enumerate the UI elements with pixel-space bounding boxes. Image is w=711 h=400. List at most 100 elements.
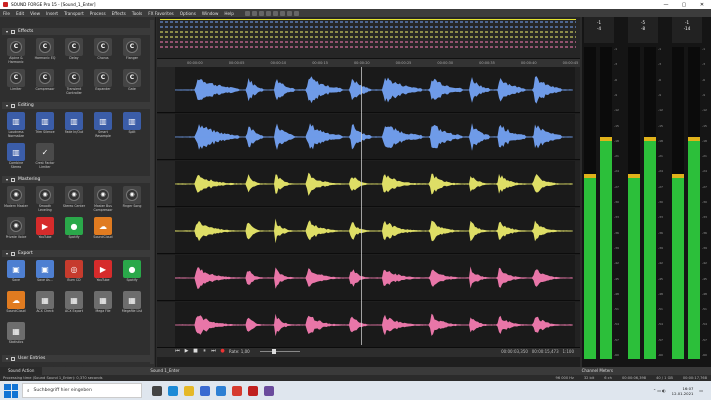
action-tile[interactable]: ▦ Mega File <box>91 291 115 321</box>
play-icon[interactable]: ▶ <box>184 349 189 354</box>
stop-icon[interactable]: ■ <box>193 349 198 354</box>
play-cursor[interactable] <box>361 67 362 345</box>
menu-insert[interactable]: Insert <box>43 11 61 16</box>
tab-sound-action[interactable]: Sound Action <box>0 367 43 375</box>
chevron-down-icon[interactable]: ▾ <box>6 251 8 256</box>
action-tile[interactable]: ◉ Master Bus Compressor <box>91 186 115 216</box>
action-tile[interactable]: ◉ Finger Song <box>120 186 144 216</box>
action-tile[interactable]: ▥ Split <box>120 112 144 142</box>
overview-strip[interactable] <box>157 17 580 59</box>
forward-icon[interactable]: ⏭ <box>211 349 216 354</box>
action-tile[interactable]: C Chorus <box>91 38 115 68</box>
windows-start-icon[interactable] <box>4 383 18 398</box>
action-tile[interactable]: ▥ Trim Silence <box>33 112 57 142</box>
task-view-icon[interactable] <box>152 385 162 396</box>
section-header-effects[interactable]: ▾ Effects <box>2 28 152 35</box>
action-tile[interactable]: ☁ SoundCloud <box>91 217 115 247</box>
action-tile[interactable]: C Delay <box>62 38 86 68</box>
action-tile[interactable]: ● Spotify <box>62 217 86 247</box>
action-tile[interactable]: ● Spotify <box>120 260 144 290</box>
toolbar-button[interactable] <box>244 10 250 16</box>
action-tile[interactable]: ▥ Loudness Normalize <box>4 112 28 142</box>
menu-process[interactable]: Process <box>87 11 109 16</box>
action-tile[interactable]: ▥ Combine Stereo <box>4 143 28 173</box>
media-icon[interactable] <box>264 385 274 396</box>
mail-icon[interactable] <box>216 385 226 396</box>
taskbar-search-input[interactable]: ⌕ Suchbegriff hier eingeben <box>22 383 142 398</box>
time-ruler[interactable]: 00:00:00 00:00:05 00:00:10 00:00:15 00:00:20… <box>157 59 662 67</box>
menu-edit[interactable]: Edit <box>13 11 27 16</box>
pause-icon[interactable]: ⏸ <box>202 349 207 354</box>
meter-peak-readout[interactable]: -1 -4 <box>584 17 614 43</box>
notification-icon[interactable]: ▭ <box>699 388 703 393</box>
record-icon[interactable]: ● <box>220 349 225 354</box>
audio-channel-track[interactable] <box>157 302 580 348</box>
meter-peak-readout[interactable]: -5 -8 <box>628 17 658 43</box>
chevron-down-icon[interactable]: ▾ <box>6 103 8 108</box>
action-tile[interactable]: ▥ Smart Resample <box>91 112 115 142</box>
chrome-icon[interactable] <box>232 385 242 396</box>
toolbar-button[interactable] <box>293 10 299 16</box>
toolbar-button[interactable] <box>279 10 285 16</box>
action-tile[interactable]: ▦ ACX Check <box>33 291 57 321</box>
action-tile[interactable]: ▶ YouTube <box>33 217 57 247</box>
action-tile[interactable]: ✓ Crest Factor Limiter <box>33 143 57 173</box>
action-tile[interactable]: ▣ Save <box>4 260 28 290</box>
action-tile[interactable]: ◉ Modern Master <box>4 186 28 216</box>
minimize-button[interactable]: — <box>657 2 675 8</box>
explorer-icon[interactable] <box>184 385 194 396</box>
left-panel-scrollbar[interactable] <box>150 20 154 364</box>
action-tile[interactable]: ▶ YouTube <box>91 260 115 290</box>
action-tile[interactable]: C Alpine & Harmonic <box>4 38 28 68</box>
channel-gutter[interactable] <box>157 161 175 206</box>
tray-icons[interactable]: ⌃ ▭ ◖) <box>653 388 666 393</box>
action-tile[interactable]: ◉ Private Voice <box>4 217 28 247</box>
menu-file[interactable]: File <box>0 11 13 16</box>
action-tile[interactable]: C Flanger <box>120 38 144 68</box>
channel-gutter[interactable] <box>157 208 175 253</box>
section-header-user-entries[interactable]: ▾ User Entries <box>2 355 152 362</box>
action-tile[interactable]: C Transient Controller <box>62 69 86 99</box>
audio-channel-track[interactable] <box>157 255 580 301</box>
action-tile[interactable]: ◉ Stereo Center <box>62 186 86 216</box>
rewind-icon[interactable]: ⏮ <box>175 349 180 354</box>
audio-channel-track[interactable] <box>157 161 580 207</box>
channel-gutter[interactable] <box>157 114 175 159</box>
menu-tools[interactable]: Tools <box>129 11 145 16</box>
menu-options[interactable]: Options <box>177 11 199 16</box>
toolbar-button[interactable] <box>251 10 257 16</box>
section-header-mastering[interactable]: ▾ Mastering <box>2 176 152 183</box>
toolbar-button[interactable] <box>265 10 271 16</box>
menu-effects[interactable]: Effects <box>109 11 129 16</box>
chevron-down-icon[interactable]: ▾ <box>6 177 8 182</box>
action-tile[interactable]: ▣ Save As... <box>33 260 57 290</box>
menu-fx-favorites[interactable]: FX Favorites <box>145 11 177 16</box>
toolbar-button[interactable] <box>258 10 264 16</box>
action-tile[interactable]: C Harmonic EQ <box>33 38 57 68</box>
action-tile[interactable]: C Expander <box>91 69 115 99</box>
action-tile[interactable]: ▦ ACX Export <box>62 291 86 321</box>
audio-channel-track[interactable] <box>157 208 580 254</box>
close-button[interactable]: ✕ <box>693 2 711 8</box>
channel-gutter[interactable] <box>157 302 175 347</box>
action-tile[interactable]: C Limiter <box>4 69 28 99</box>
tab-channel-meters[interactable]: Channel Meters <box>574 367 621 375</box>
menu-help[interactable]: Help <box>221 11 237 16</box>
action-tile[interactable]: C Gate <box>120 69 144 99</box>
maximize-button[interactable]: ▢ <box>675 2 693 8</box>
action-tile[interactable]: ☁ SoundCloud <box>4 291 28 321</box>
channel-gutter[interactable] <box>157 255 175 300</box>
menu-window[interactable]: Window <box>199 11 222 16</box>
action-tile[interactable]: ▦ Megafile List <box>120 291 144 321</box>
menu-view[interactable]: View <box>27 11 43 16</box>
edge-icon[interactable] <box>168 385 178 396</box>
audio-channel-track[interactable] <box>157 114 580 160</box>
toolbar-button[interactable] <box>286 10 292 16</box>
rate-slider-knob[interactable] <box>271 348 276 354</box>
clock[interactable]: 16:07 12.01.2021 <box>672 386 694 396</box>
action-tile[interactable]: ◎ Burn CD <box>62 260 86 290</box>
chevron-down-icon[interactable]: ▾ <box>6 29 8 34</box>
meter-peak-readout[interactable]: -1 -14 <box>672 17 702 43</box>
tab-sound-file[interactable]: Sound 1_Enter <box>142 367 187 375</box>
action-tile[interactable]: ▦ Statistics <box>4 322 28 352</box>
